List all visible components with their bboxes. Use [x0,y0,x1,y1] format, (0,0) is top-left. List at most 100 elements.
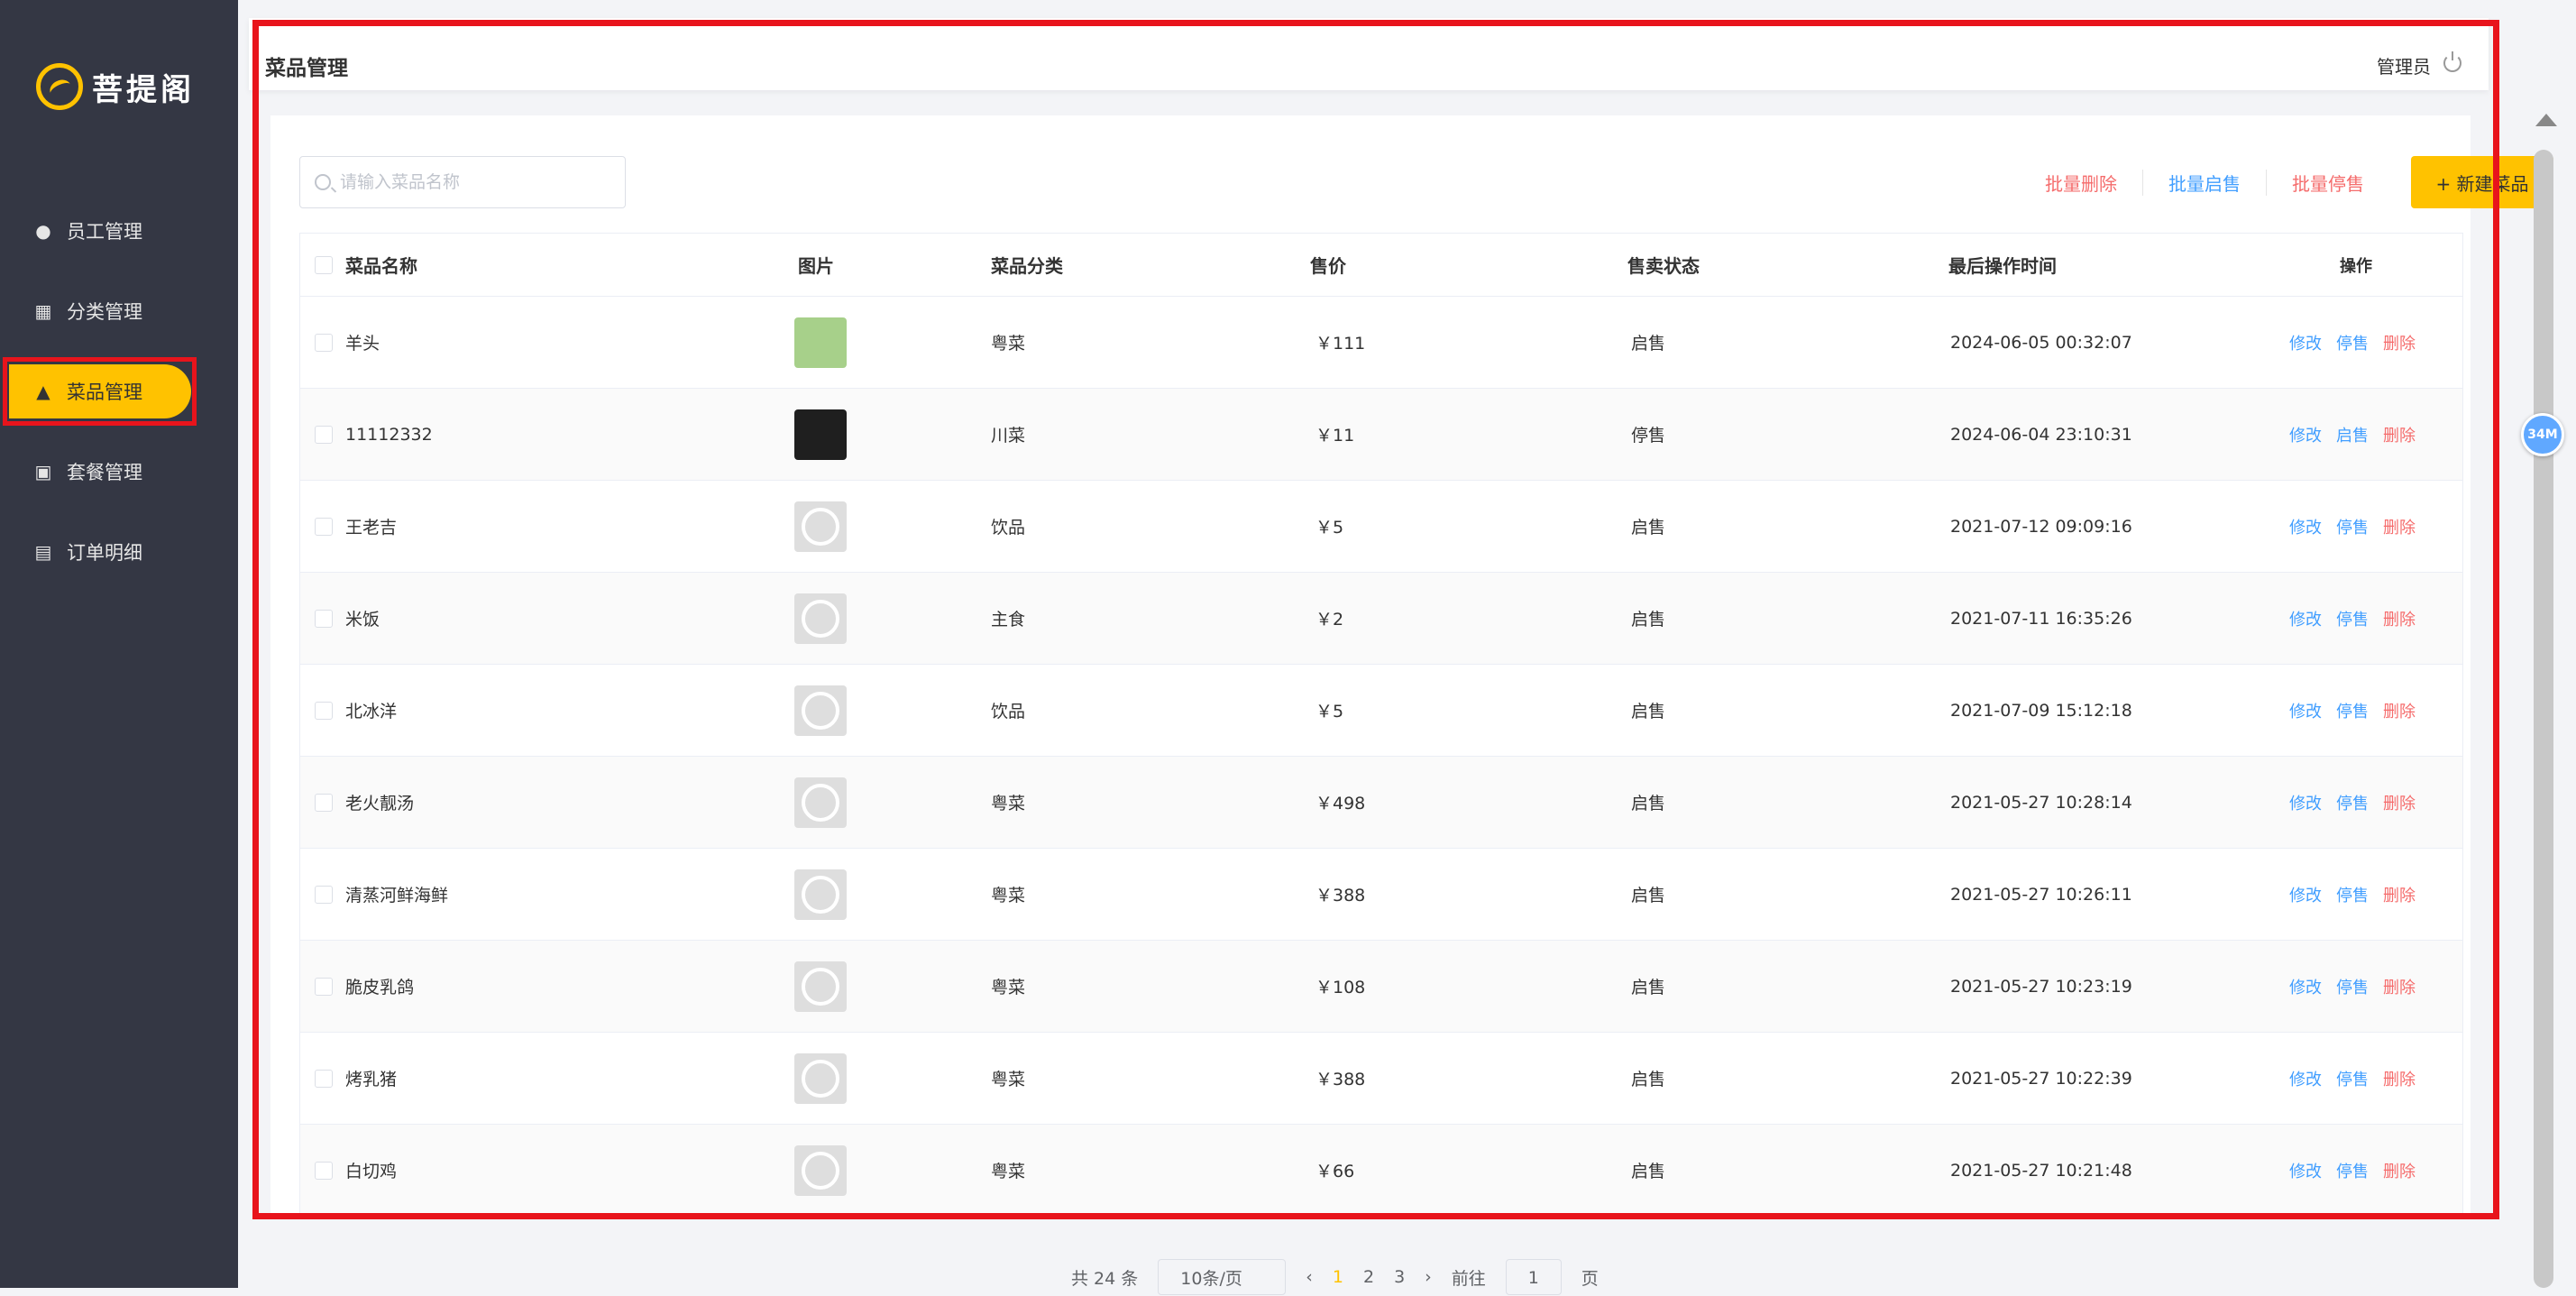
sidebar-item-categories[interactable]: ▦ 分类管理 [0,280,238,342]
search-icon [315,174,331,190]
sidebar-item-orders[interactable]: ▤ 订单明细 [0,521,238,583]
dish-image [794,869,847,920]
sidebar-item-dishes[interactable]: ▲ 菜品管理 [0,357,238,426]
clipboard-icon: ▤ [34,541,52,563]
scroll-up-icon[interactable] [2535,114,2557,126]
row-checkbox[interactable] [315,1069,333,1088]
toggle-status-link[interactable]: 停售 [2336,515,2369,538]
search-box[interactable] [299,156,626,208]
toggle-status-link[interactable]: 停售 [2336,1067,2369,1090]
goto-label: 前往 [1451,1268,1486,1289]
dish-image [794,1144,847,1196]
edit-link[interactable]: 修改 [2289,699,2322,722]
row-checkbox[interactable] [315,1161,333,1180]
toggle-status-link[interactable]: 停售 [2336,331,2369,354]
pagination: 共 24 条 10条/页 ‹ 1 2 3 › 前往 1 页 [1071,1259,1599,1295]
delete-link[interactable]: 删除 [2383,423,2416,446]
delete-link[interactable]: 删除 [2383,607,2416,630]
dish-status: 启售 [1631,886,1666,905]
delete-link[interactable]: 删除 [2383,699,2416,722]
dish-status: 启售 [1631,794,1666,813]
edit-link[interactable]: 修改 [2289,607,2322,630]
toggle-status-link[interactable]: 启售 [2336,423,2369,446]
user-name[interactable]: 管理员 [2377,52,2431,78]
scrollbar[interactable] [2534,150,2553,1288]
delete-link[interactable]: 删除 [2383,1159,2416,1182]
dish-category: 川菜 [991,426,1026,446]
toggle-status-link[interactable]: 停售 [2336,1159,2369,1182]
delete-link[interactable]: 删除 [2383,975,2416,998]
dish-update-time: 2024-06-04 23:10:31 [1950,424,2132,445]
dish-price: ￥498 [1316,794,1366,813]
dish-name: 羊头 [345,334,380,354]
delete-link[interactable]: 删除 [2383,883,2416,906]
dish-status: 启售 [1631,610,1666,630]
header: 菜品管理 管理员 [249,18,2489,90]
dish-update-time: 2021-05-27 10:23:19 [1950,976,2132,997]
row-checkbox[interactable] [315,517,333,536]
row-actions: 修改 停售 删除 [2289,699,2416,722]
dish-image [794,409,847,460]
page-size-select[interactable]: 10条/页 [1158,1259,1287,1295]
delete-link[interactable]: 删除 [2383,1067,2416,1090]
page-number[interactable]: 2 [1363,1267,1374,1287]
goto-page-input[interactable]: 1 [1505,1259,1562,1295]
logo-icon [36,63,83,110]
edit-link[interactable]: 修改 [2289,423,2322,446]
power-icon[interactable] [2443,51,2461,72]
row-checkbox[interactable] [315,885,333,904]
main-content: 批量删除 批量启售 批量停售 + 新建菜品 菜品名称 图片 菜品分类 售价 售卖… [270,115,2553,1295]
prev-page-icon[interactable]: ‹ [1306,1267,1313,1287]
delete-link[interactable]: 删除 [2383,515,2416,538]
batch-disable-button[interactable]: 批量停售 [2266,169,2389,196]
edit-link[interactable]: 修改 [2289,883,2322,906]
page-unit: 页 [1581,1268,1599,1289]
next-page-icon[interactable]: › [1425,1267,1432,1287]
dish-category: 粤菜 [991,886,1026,905]
select-all-checkbox[interactable] [315,255,333,274]
batch-enable-button[interactable]: 批量启售 [2142,169,2266,196]
row-actions: 修改 停售 删除 [2289,515,2416,538]
new-dish-button[interactable]: + 新建菜品 [2411,156,2553,208]
sidebar-item-label: 分类管理 [67,301,142,323]
sidebar-item-label: 菜品管理 [67,381,142,403]
dish-price: ￥5 [1316,702,1344,722]
page-number[interactable]: 3 [1394,1267,1405,1287]
sidebar-item-employees[interactable]: ● 员工管理 [0,200,238,262]
toggle-status-link[interactable]: 停售 [2336,791,2369,814]
row-checkbox[interactable] [315,701,333,720]
dish-image [794,593,847,644]
page-number[interactable]: 1 [1333,1267,1343,1287]
dish-status: 停售 [1631,426,1666,446]
dish-status: 启售 [1631,518,1666,538]
edit-link[interactable]: 修改 [2289,1067,2322,1090]
gift-icon: ▣ [34,461,52,483]
toggle-status-link[interactable]: 停售 [2336,975,2369,998]
dish-category: 粤菜 [991,794,1026,813]
dish-name: 王老吉 [345,518,398,538]
toggle-status-link[interactable]: 停售 [2336,699,2369,722]
batch-delete-button[interactable]: 批量删除 [2020,170,2142,196]
dish-update-time: 2021-07-09 15:12:18 [1950,700,2132,721]
dish-category: 粤菜 [991,1070,1026,1089]
table-row: 白切鸡 粤菜 ￥66 启售 2021-05-27 10:21:48 修改 停售 删除 [300,1125,2462,1217]
edit-link[interactable]: 修改 [2289,791,2322,814]
row-checkbox[interactable] [315,977,333,996]
delete-link[interactable]: 删除 [2383,791,2416,814]
row-actions: 修改 停售 删除 [2289,883,2416,906]
row-checkbox[interactable] [315,333,333,352]
delete-link[interactable]: 删除 [2383,331,2416,354]
row-checkbox[interactable] [315,425,333,444]
row-checkbox[interactable] [315,609,333,628]
edit-link[interactable]: 修改 [2289,331,2322,354]
toggle-status-link[interactable]: 停售 [2336,607,2369,630]
table-row: 羊头 粤菜 ￥111 启售 2024-06-05 00:32:07 修改 停售 删除 [300,297,2462,389]
toggle-status-link[interactable]: 停售 [2336,883,2369,906]
search-input[interactable] [340,172,610,192]
edit-link[interactable]: 修改 [2289,975,2322,998]
memory-badge[interactable]: 34M [2521,413,2564,456]
edit-link[interactable]: 修改 [2289,515,2322,538]
sidebar-item-combos[interactable]: ▣ 套餐管理 [0,441,238,502]
row-checkbox[interactable] [315,793,333,812]
edit-link[interactable]: 修改 [2289,1159,2322,1182]
